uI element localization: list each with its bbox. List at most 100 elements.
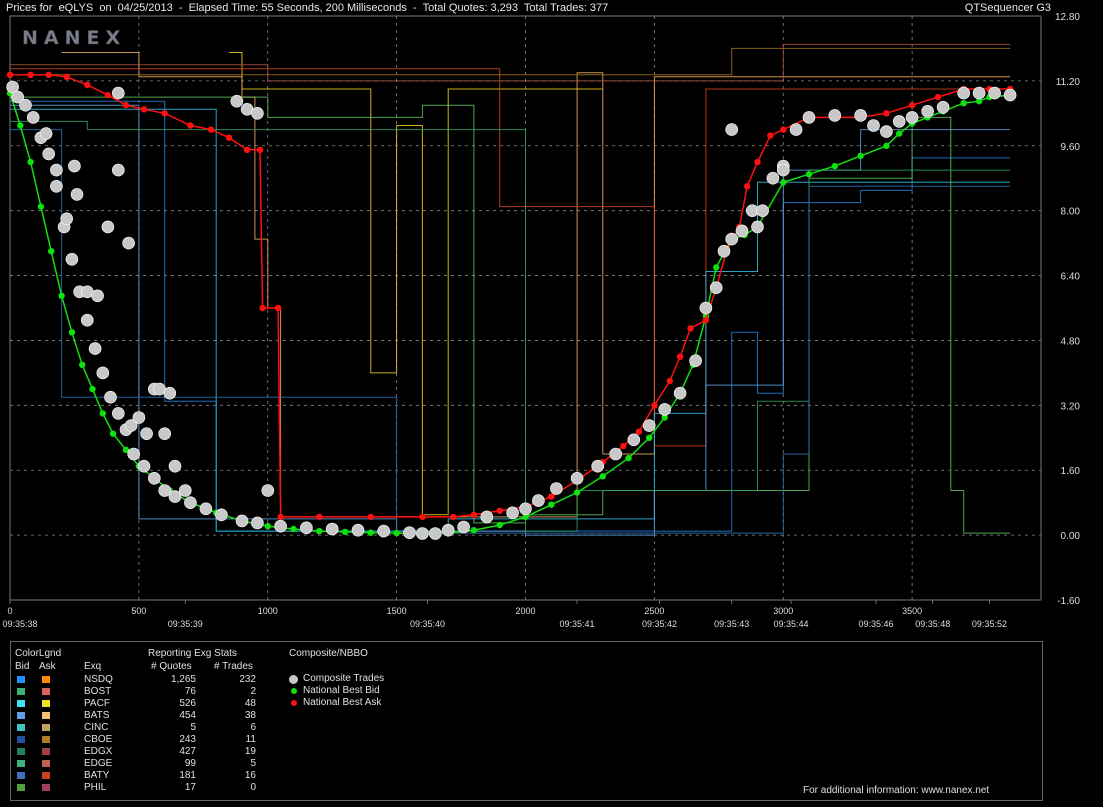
nbbo-ask-point [84,81,91,89]
trade-point [550,482,563,495]
nbbo-ask-point [450,513,457,521]
exchange-name: EDGE [84,758,113,769]
trade-point [506,506,519,520]
exchange-name: CINC [84,722,109,733]
trade-point [158,427,171,441]
nbbo-bid-point [341,528,349,536]
exchange-trades: 2 [250,686,256,697]
trade-point [627,433,641,447]
nbbo-ask-point [744,183,751,190]
nbbo-ask-point [274,304,282,312]
trade-point [104,390,117,404]
trade-point [68,159,81,173]
nbbo-bid-point [68,329,76,336]
ask-swatch [42,688,50,695]
nbbo-ask-point [256,146,264,153]
exchange-trades: 0 [250,782,256,793]
bid-swatch [17,676,25,683]
trade-point [300,521,313,535]
trade-point [88,342,102,355]
nbbo-bid-point [89,385,96,393]
ask-swatch [42,784,50,791]
exchange-name: PACF [84,698,110,709]
trade-point [42,147,56,161]
ask-header: Ask [39,661,56,672]
nbbo-ask-point [27,71,34,79]
nbbo-bid-point [496,521,503,529]
trade-point [609,447,623,461]
nbbo-ask-point [687,325,694,332]
nbbo-ask-point [419,513,426,521]
trade-point [132,411,146,424]
y-tick-label: 0.00 [1061,531,1081,542]
nbbo-ask-point [548,493,555,500]
x-tick-label: 1500 [387,606,407,616]
nbbo-ask-point [908,102,916,109]
exchange-quotes: 454 [179,710,196,721]
nbbo-bid-point [79,361,86,368]
bid-swatch [17,748,25,755]
ask-swatch [42,724,50,731]
bid-swatch [17,760,25,767]
trade-point [127,447,140,461]
time-tick-label: 09:35:46 [859,619,894,629]
nbbo-ask-point [780,126,787,133]
price-chart[interactable]: 12.80 11.20 9.60 8.00 6.40 4.80 3.20 1.60 0.00 -1… [0,0,1103,640]
trade-point [673,386,687,400]
nbbo-bid-point [831,162,838,170]
trade-point [988,86,1001,100]
nbbo-bid-point [27,158,34,166]
exchange-name: BATY [84,770,110,781]
trade-point [60,212,73,226]
exchange-quotes: 243 [179,734,196,745]
exchange-quotes: 99 [184,758,196,769]
exchange-quotes: 5 [190,722,196,733]
trade-point [377,524,391,538]
y-tick-label: 9.60 [1061,142,1081,153]
nbbo-bid-point [48,248,55,255]
trade-point [351,523,365,537]
trade-point [96,366,110,380]
trade-point [112,163,125,177]
exchange-trades: 232 [239,674,256,685]
nbbo-ask-point [277,513,284,521]
y-tick-label: 1.60 [1061,466,1081,477]
exchange-quotes: 76 [184,686,196,697]
ask-swatch [42,712,50,719]
bid-swatch [17,784,25,791]
nbbo-bid-point [573,489,581,496]
trade-point [725,123,739,136]
nbbo-ask-point [63,73,70,81]
exchange-trades: 6 [250,722,256,733]
composite-title: Composite/NBBO [289,648,368,659]
trade-point [428,527,442,540]
nbbo-ask-point [104,91,112,99]
trade-point [163,386,177,400]
exchange-name: BOST [84,686,112,697]
trade-point [519,502,532,516]
nbbo-ask-point [754,158,761,166]
trade-point [158,484,171,497]
exchange-quotes: 181 [179,770,196,781]
nbbo-ask-point [259,304,266,312]
exchange-quotes: 1,265 [170,674,196,685]
exchange-trades: 11 [245,734,256,745]
bid-swatch [17,688,25,695]
y-tick-label: 3.20 [1061,401,1081,412]
nbbo-ask-point [161,110,168,117]
exchange-quotes: 526 [179,698,196,709]
exchange-quotes: 427 [179,746,196,757]
nbbo-ask-point [635,428,643,435]
ask-swatch [42,760,50,767]
x-tick-label: 1000 [258,606,278,616]
nbbo-bid-point [883,142,890,149]
nanex-logo: NANEX [22,27,126,49]
bid-swatch [17,772,25,779]
trade-point [274,519,287,533]
composite-marker [290,688,297,694]
time-tick-label: 09:35:40 [410,619,445,629]
trade-point [867,119,880,132]
ask-swatch [42,676,50,683]
trade-point [168,459,182,473]
exchange-trades: 48 [244,698,256,709]
